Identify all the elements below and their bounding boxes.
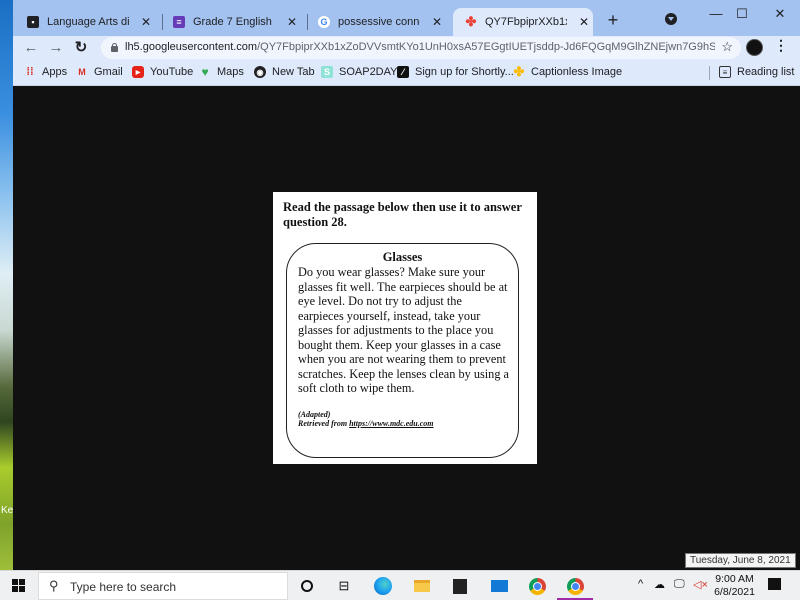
browser-window: ▪ Language Arts diagno ✕ ≡ Grade 7 Engli… [13,0,800,570]
profile-avatar[interactable] [746,39,763,56]
gmail-icon: M [78,67,86,77]
show-hidden-icons-icon[interactable]: ^ [638,578,643,590]
google-photos-icon: ✤ [465,14,477,29]
tab-title: QY7FbpiprXXb1xZoDV [485,16,567,28]
reading-list-label: Reading list [737,66,795,78]
google-photos-icon: ✤ [513,64,525,79]
bookmark-label: New Tab [272,66,315,78]
forms-icon: ≡ [173,16,185,28]
classroom-icon: ▪ [27,16,39,28]
tab-active-image[interactable]: ✤ QY7FbpiprXXb1xZoDV ✕ [453,8,593,36]
volume-muted-icon[interactable]: ◁× [693,578,708,591]
url-text[interactable]: lh5.googleusercontent.com/QY7FbpiprXXb1x… [125,41,715,53]
bookmark-label: YouTube [150,66,194,78]
reading-list-icon: ≡ [719,66,731,78]
bookmark-label: Maps [217,66,244,78]
date-tooltip: Tuesday, June 8, 2021 [685,553,796,568]
shortly-icon: ⁄ [397,66,409,78]
citation-prefix: Retrieved from [298,419,350,428]
globe-icon: ◉ [254,66,266,78]
lock-icon[interactable] [111,43,118,52]
tab-search-icon[interactable] [665,13,677,25]
maps-icon: ♥ [201,65,209,79]
close-window-button[interactable]: ✕ [760,2,800,26]
bookmarks-separator [709,66,710,80]
source-citation: Retrieved from https://www.mdc.edu.com [298,419,433,428]
bookmark-apps[interactable]: ⁞⁞ Apps [24,66,67,78]
bookmark-label: Captionless Image [531,66,623,78]
cortana-icon[interactable] [297,576,317,596]
bookmark-star-icon[interactable]: ☆ [721,39,733,55]
passage-image: Read the passage below then use it to an… [273,192,537,464]
bookmark-new-tab[interactable]: ◉ New Tab [254,66,315,78]
youtube-icon: ▶ [132,66,144,78]
bookmark-gmail[interactable]: M Gmail [76,66,123,78]
passage-title: Glasses [382,250,423,264]
close-icon[interactable]: ✕ [430,15,444,29]
task-view-icon[interactable]: ⊟ [334,576,354,596]
tab-strip: ▪ Language Arts diagno ✕ ≡ Grade 7 Engli… [13,0,800,36]
tab-title: Language Arts diagno [47,16,129,28]
edge-icon[interactable] [373,576,393,596]
chrome-profile-icon[interactable] [565,576,585,596]
notification-center-icon[interactable] [768,578,781,590]
tab-title: possessive connotation [338,16,420,28]
new-tab-button[interactable]: + [603,10,623,31]
reload-icon[interactable]: ↻ [72,39,90,57]
clock[interactable]: 9:00 AM 6/8/2021 [712,573,757,599]
clock-date: 6/8/2021 [714,586,755,598]
url-host: lh5.googleusercontent.com [125,41,258,53]
bookmark-soap2day[interactable]: S SOAP2DAY [321,66,398,78]
chrome-icon[interactable] [527,576,547,596]
tab-language-arts[interactable]: ▪ Language Arts diagno ✕ [15,8,153,36]
bookmark-maps[interactable]: ♥ Maps [199,65,244,79]
bookmark-shortly[interactable]: ⁄ Sign up for Shortly... [397,66,514,78]
address-bar[interactable]: lh5.googleusercontent.com/QY7FbpiprXXb1x… [101,37,741,59]
tab-title: Grade 7 English Langu [193,16,275,28]
bookmark-label: Apps [42,66,68,78]
url-path: /QY7FbpiprXXb1xZoDVVsmtKYo1UnH0xsA57EGgt… [257,41,715,53]
bookmarks-bar: ⁞⁞ Apps M Gmail ▶ YouTube ♥ Maps ◉ New T… [13,60,800,86]
menu-icon[interactable]: ⋮ [774,37,788,54]
adapted-note: (Adapted) [298,410,331,419]
tab-possessive-connotation[interactable]: G possessive connotation ✕ [306,8,444,36]
passage-body: Do you wear glasses? Make sure your glas… [298,265,510,395]
taskbar: ⚲ Type here to search ⊟ ^ ☁ 🖵 ◁× 9:00 AM… [0,570,800,600]
bookmark-captionless-image[interactable]: ✤ Captionless Image [513,64,623,79]
browser-toolbar: ← → ↻ lh5.googleusercontent.com/QY7Fbpip… [13,36,800,60]
desktop-icon-label[interactable]: Ke [1,505,13,516]
instruction-text: Read the passage below then use it to an… [283,200,522,229]
close-icon[interactable]: ✕ [285,15,299,29]
back-icon[interactable]: ← [22,39,40,57]
windows-start-icon[interactable] [12,579,25,592]
source-link: https://www.mdc.edu.com [349,419,434,428]
desktop-background: Ke [0,0,13,570]
s-icon: S [321,66,333,78]
maximize-button[interactable]: ☐ [722,2,762,26]
image-viewer: Read the passage below then use it to an… [13,86,800,570]
network-icon[interactable]: 🖵 [674,578,685,591]
tab-grade7-english[interactable]: ≡ Grade 7 English Langu ✕ [161,8,299,36]
close-icon[interactable]: ✕ [139,15,153,29]
forward-icon[interactable]: → [47,39,65,57]
close-icon[interactable]: ✕ [577,15,591,29]
search-icon: ⚲ [49,578,59,593]
bookmark-label: SOAP2DAY [339,66,398,78]
apps-grid-icon: ⁞⁞ [26,66,34,78]
onedrive-icon[interactable]: ☁ [654,578,665,591]
store-icon[interactable] [450,576,470,596]
mail-icon[interactable] [489,576,509,596]
bookmark-label: Gmail [94,66,123,78]
clock-time: 9:00 AM [715,573,754,585]
bookmark-youtube[interactable]: ▶ YouTube [132,66,193,78]
google-icon: G [318,16,330,28]
file-explorer-icon[interactable] [412,576,432,596]
passage-box: Glasses Do you wear glasses? Make sure y… [286,243,519,458]
search-placeholder: Type here to search [70,580,177,594]
taskbar-search[interactable]: ⚲ Type here to search [38,572,288,600]
reading-list-button[interactable]: ≡ Reading list [719,66,794,78]
bookmark-label: Sign up for Shortly... [415,66,514,78]
